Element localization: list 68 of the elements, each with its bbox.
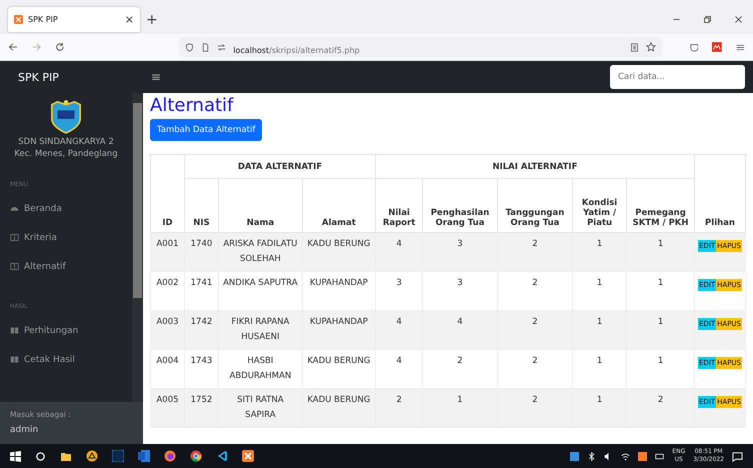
- wifi-icon[interactable]: [621, 452, 630, 460]
- school-location: Kec. Menes, Pandeglang: [14, 149, 118, 159]
- keyboard-icon[interactable]: [655, 452, 664, 460]
- windows-start-icon[interactable]: [10, 450, 21, 462]
- url-host: localhost: [233, 46, 270, 54]
- add-alternative-button[interactable]: Tambah Data Alternatif: [150, 119, 262, 141]
- group-header: NILAI ALTERNATIF: [375, 154, 694, 178]
- xampp-logo-icon: [14, 15, 23, 24]
- search-field[interactable]: Cari data...: [610, 65, 745, 89]
- back-icon[interactable]: [8, 42, 18, 52]
- menu-icon[interactable]: [736, 42, 745, 52]
- table-cell: A005: [150, 388, 185, 428]
- notification-icon[interactable]: [732, 450, 743, 462]
- table-cell: 1: [422, 388, 498, 428]
- columns-icon: [10, 233, 19, 242]
- table-cell: KADU BERUNG: [302, 388, 376, 428]
- page-icon: [201, 42, 210, 52]
- gauge-icon: [10, 204, 19, 213]
- browser-tab[interactable]: SPK PIP ×: [8, 7, 140, 32]
- firefox-icon[interactable]: [164, 450, 176, 462]
- word-icon[interactable]: [138, 450, 150, 462]
- app-tray-icon[interactable]: [570, 452, 580, 460]
- xampp-tray-icon[interactable]: [638, 452, 648, 460]
- url-path: /skripsi/alternatif5.php: [269, 46, 360, 54]
- folder-icon[interactable]: [60, 450, 72, 462]
- restore-icon[interactable]: [703, 15, 712, 24]
- sidebar-item[interactable]: Alternatif: [0, 252, 132, 281]
- reader-view-icon[interactable]: [630, 42, 639, 52]
- table-cell: 1752: [184, 388, 218, 428]
- address-bar[interactable]: localhost/skripsi/alternatif5.php: [179, 37, 662, 57]
- page-title: Alternatif: [150, 95, 235, 117]
- tab-close-button[interactable]: ×: [124, 13, 134, 26]
- school-emblem-icon: [49, 97, 83, 135]
- sidebar-item[interactable]: Kriteria: [0, 223, 132, 252]
- menu-toggle-button[interactable]: ≡: [151, 70, 162, 84]
- search-circle-icon[interactable]: [35, 450, 46, 462]
- extension-icon[interactable]: [712, 42, 722, 52]
- sidebar-item[interactable]: Perhitungan: [0, 316, 132, 345]
- table-cell: SITI RATNA SAPIRA: [218, 388, 302, 428]
- column-header: Plihan: [694, 154, 746, 232]
- table-cell: 2: [375, 388, 423, 428]
- table-cell: 1: [572, 388, 627, 428]
- school-name: SDN SINDANGKARYA 2: [18, 137, 114, 147]
- sidebar-item[interactable]: Beranda: [0, 194, 132, 223]
- sidebar-scrollbar[interactable]: [132, 93, 143, 402]
- chrome-icon[interactable]: [190, 450, 202, 462]
- column-header: ID: [150, 154, 185, 232]
- group-header: DATA ALTERNATIF: [184, 154, 376, 178]
- sidebar-item[interactable]: Cetak Hasil: [0, 345, 132, 374]
- code-editor-icon[interactable]: [216, 450, 228, 462]
- table-cell: 2: [626, 388, 694, 428]
- columns-icon: [10, 262, 19, 271]
- tab-title: SPK PIP: [28, 15, 59, 24]
- xampp-icon[interactable]: [242, 450, 254, 462]
- book-icon: [10, 326, 19, 335]
- table-cell: 2: [497, 388, 573, 428]
- username: admin: [10, 425, 40, 435]
- bluetooth-icon[interactable]: [587, 452, 596, 460]
- triangle-app-icon[interactable]: [86, 450, 98, 462]
- permissions-icon: [217, 42, 226, 52]
- new-tab-button[interactable]: +: [146, 12, 158, 28]
- book-icon: [10, 355, 19, 364]
- pocket-icon[interactable]: [690, 42, 698, 52]
- star-icon[interactable]: [646, 42, 656, 52]
- photoshop-icon[interactable]: [112, 450, 124, 462]
- reload-icon[interactable]: [55, 42, 66, 52]
- shield-icon: [185, 42, 194, 52]
- close-icon[interactable]: [734, 15, 743, 24]
